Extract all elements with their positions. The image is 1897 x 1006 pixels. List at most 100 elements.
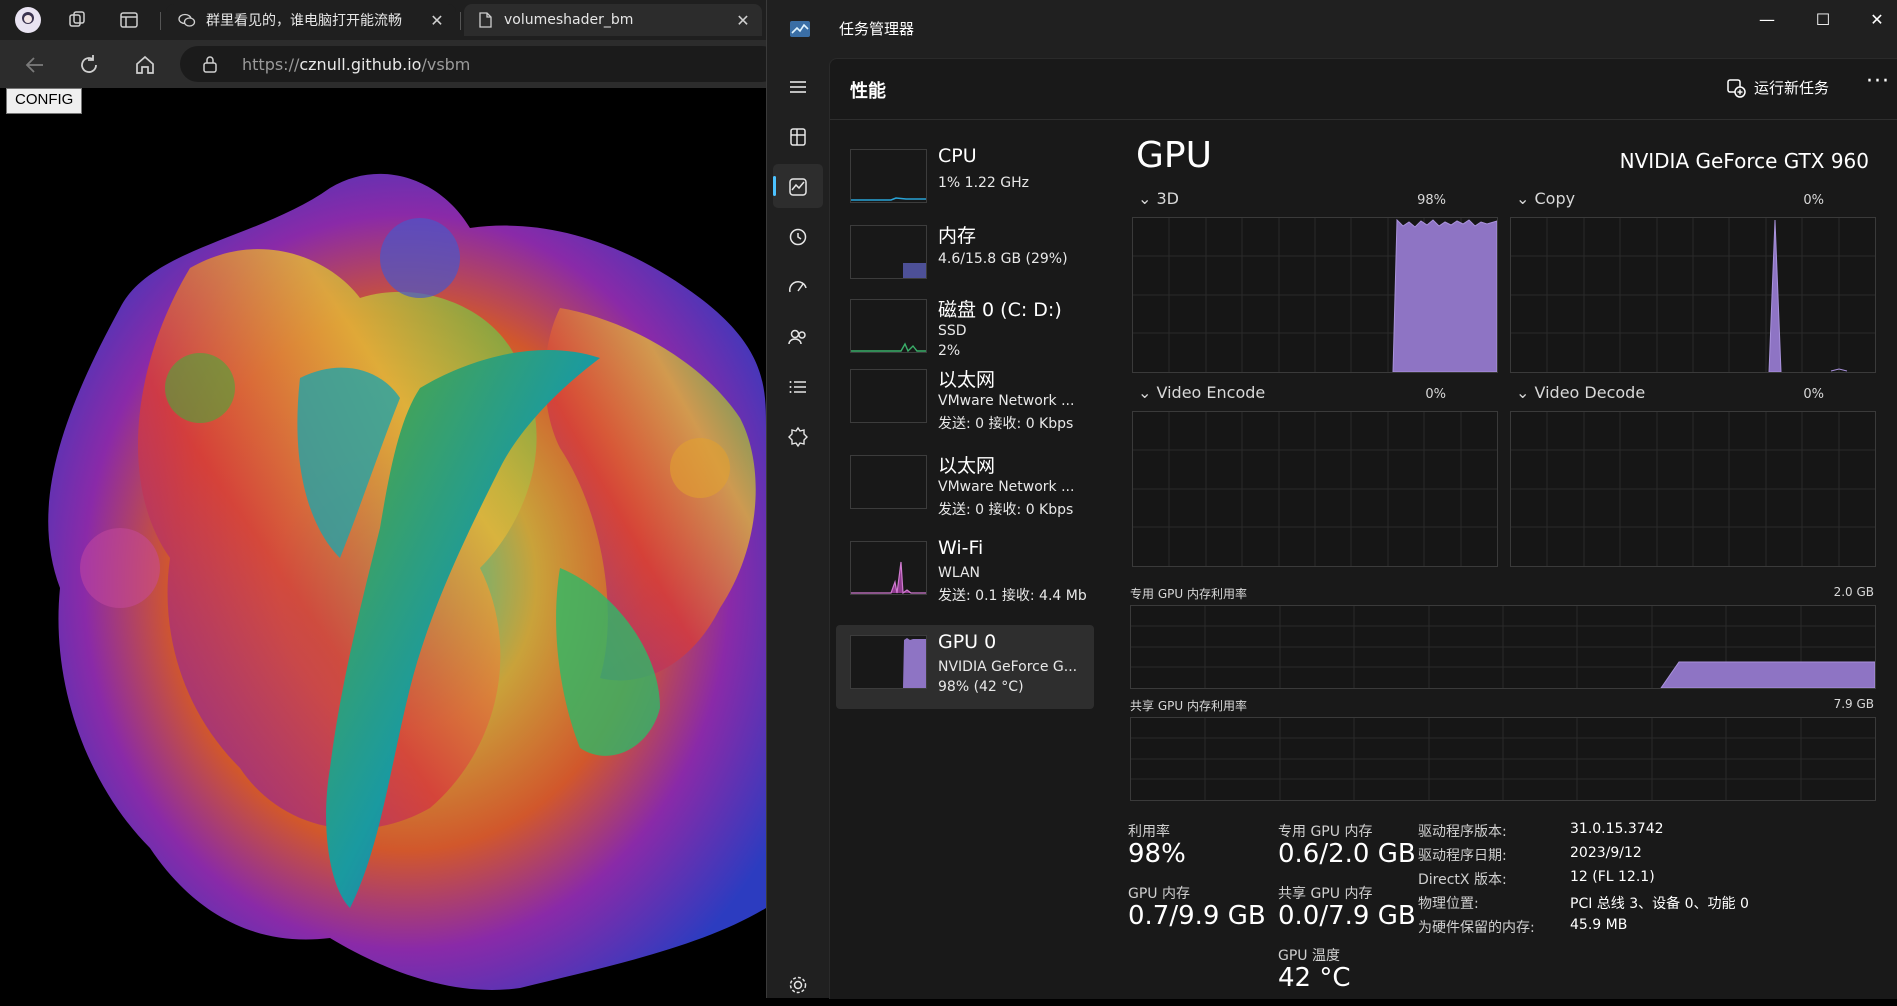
more-options-button[interactable]: ··· [1866,69,1890,94]
run-new-task-label: 运行新任务 [1754,79,1830,97]
util-label: 利用率 [1128,824,1170,840]
perf-item-cpu[interactable]: CPU 1% 1.22 GHz [836,139,1094,221]
config-button[interactable]: CONFIG [6,88,83,114]
dedicated-mem-max: 2.0 GB [1833,585,1874,599]
title-bar[interactable]: 任务管理器 — ☐ ✕ [767,0,1897,58]
page-title: 性能 [850,81,886,102]
hamburger-menu-icon[interactable] [785,74,811,100]
perf-item-wifi[interactable]: Wi-Fi WLAN 发送: 0.1 接收: 4.4 Mb [836,531,1094,613]
services-icon[interactable] [785,424,811,450]
reserved-memory-value: 45.9 MB [1570,917,1628,933]
gpu-temp-value: 42 °C [1278,963,1351,993]
tab-chat[interactable]: 群里看见的，谁电脑打开能流畅 ✕ [166,4,456,36]
ethernet-thumbnail [850,455,927,509]
gpu-model-name: NVIDIA GeForce GTX 960 [1619,149,1869,173]
engine-decode-label[interactable]: ⌄ Video Decode [1516,383,1645,402]
shared-mem-stat-value: 0.0/7.9 GB [1278,901,1416,931]
shared-mem-max: 7.9 GB [1833,697,1874,711]
maximize-icon[interactable]: ☐ [1803,8,1843,32]
engine-copy-label[interactable]: ⌄ Copy [1516,189,1575,208]
perf-item-usage: 发送: 0 接收: 0 Kbps [938,502,1074,518]
util-value: 98% [1128,839,1186,869]
minimize-icon[interactable]: — [1747,8,1787,32]
perf-item-name: 内存 [938,225,977,247]
gpu-heading: GPU [1136,135,1212,176]
graph-dedicated-memory [1130,605,1876,689]
run-new-task-button[interactable]: 运行新任务 [1726,77,1829,98]
shared-mem-label: 共享 GPU 内存利用率 [1130,699,1247,713]
disk-thumbnail [850,299,927,353]
perf-item-detail: WLAN [938,565,981,581]
page-viewport[interactable]: CONFIG [0,88,766,998]
close-icon[interactable]: ✕ [1857,8,1897,32]
window-title: 任务管理器 [839,20,915,38]
fractal-render-canvas[interactable] [0,88,766,998]
startup-apps-icon[interactable] [785,274,811,300]
perf-item-usage: 发送: 0.1 接收: 4.4 Mb [938,588,1087,604]
close-tab-icon[interactable]: ✕ [426,11,448,30]
close-tab-icon[interactable]: ✕ [732,11,754,30]
graph-video-decode [1510,411,1876,567]
perf-item-name: GPU 0 [938,631,997,653]
gpu-temp-label: GPU 温度 [1278,948,1340,964]
vertical-tabs-icon[interactable] [118,9,140,31]
driver-date-value: 2023/9/12 [1570,845,1642,861]
driver-version-label: 驱动程序版本: [1418,824,1507,840]
engine-encode-label[interactable]: ⌄ Video Encode [1138,383,1265,402]
performance-icon[interactable] [785,174,811,200]
tab-volumeshader[interactable]: volumeshader_bm ✕ [464,4,762,36]
driver-version-value: 31.0.15.3742 [1570,821,1664,837]
perf-item-detail: NVIDIA GeForce G... [938,659,1078,675]
reserved-memory-label: 为硬件保留的内存: [1418,920,1535,936]
address-bar[interactable]: https://cznull.github.io/vsbm [180,46,780,82]
dedicated-mem-stat-label: 专用 GPU 内存 [1278,824,1373,840]
engine-3d-label[interactable]: ⌄ 3D [1138,189,1179,208]
perf-item-detail: 4.6/15.8 GB (29%) [938,251,1068,267]
perf-item-ethernet-1[interactable]: 以太网 VMware Network ... 发送: 0 接收: 0 Kbps [836,359,1094,441]
chat-icon [178,11,196,29]
refresh-icon[interactable] [76,52,102,78]
lock-icon[interactable] [202,55,218,73]
perf-item-usage: 发送: 0 接收: 0 Kbps [938,416,1074,432]
perf-item-detail: VMware Network ... [938,479,1075,495]
perf-item-detail: VMware Network ... [938,393,1075,409]
processes-icon[interactable] [785,124,811,150]
perf-item-usage: 2% [938,343,961,359]
perf-item-name: CPU [938,145,977,167]
dedicated-mem-label: 专用 GPU 内存利用率 [1130,587,1247,601]
back-icon[interactable] [22,52,48,78]
task-manager-window: 任务管理器 — ☐ ✕ 性能 运行新任务 ··· CPU 1% 1.22 GHz… [766,0,1897,999]
perf-item-memory[interactable]: 内存 4.6/15.8 GB (29%) [836,215,1094,297]
tab-divider [160,12,161,30]
graph-video-encode [1132,411,1498,567]
gpu-thumbnail [850,635,927,689]
new-task-icon [1726,78,1746,98]
details-icon[interactable] [785,374,811,400]
perf-item-name: 以太网 [938,455,996,477]
nav-active-indicator [773,176,776,196]
workspaces-icon[interactable] [66,9,88,31]
users-icon[interactable] [785,324,811,350]
perf-item-name: Wi-Fi [938,537,984,559]
gpu-mem-label: GPU 内存 [1128,886,1190,902]
url-text: https://cznull.github.io/vsbm [242,55,471,74]
perf-item-name: 磁盘 0 (C: D:) [938,299,1062,321]
settings-icon[interactable] [785,972,811,998]
physical-location-value: PCI 总线 3、设备 0、功能 0 [1570,896,1749,912]
perf-item-usage: 98% (42 °C) [938,679,1024,695]
nav-rail [767,58,829,998]
browser-window: 群里看见的，谁电脑打开能流畅 ✕ volumeshader_bm ✕ https… [0,0,780,998]
perf-item-ethernet-2[interactable]: 以太网 VMware Network ... 发送: 0 接收: 0 Kbps [836,445,1094,527]
app-history-icon[interactable] [785,224,811,250]
directx-version-value: 12 (FL 12.1) [1570,869,1655,885]
engine-encode-pct: 0% [1425,387,1446,402]
engine-3d-pct: 98% [1417,193,1446,208]
perf-item-gpu-0[interactable]: GPU 0 NVIDIA GeForce G... 98% (42 °C) [836,625,1094,709]
perf-item-detail: 1% 1.22 GHz [938,175,1030,191]
gpu-mem-value: 0.7/9.9 GB [1128,901,1266,931]
home-icon[interactable] [132,52,158,78]
graph-shared-memory [1130,717,1876,801]
tab-divider [460,12,461,30]
profile-avatar[interactable] [14,6,42,34]
tab-title: volumeshader_bm [504,12,634,28]
